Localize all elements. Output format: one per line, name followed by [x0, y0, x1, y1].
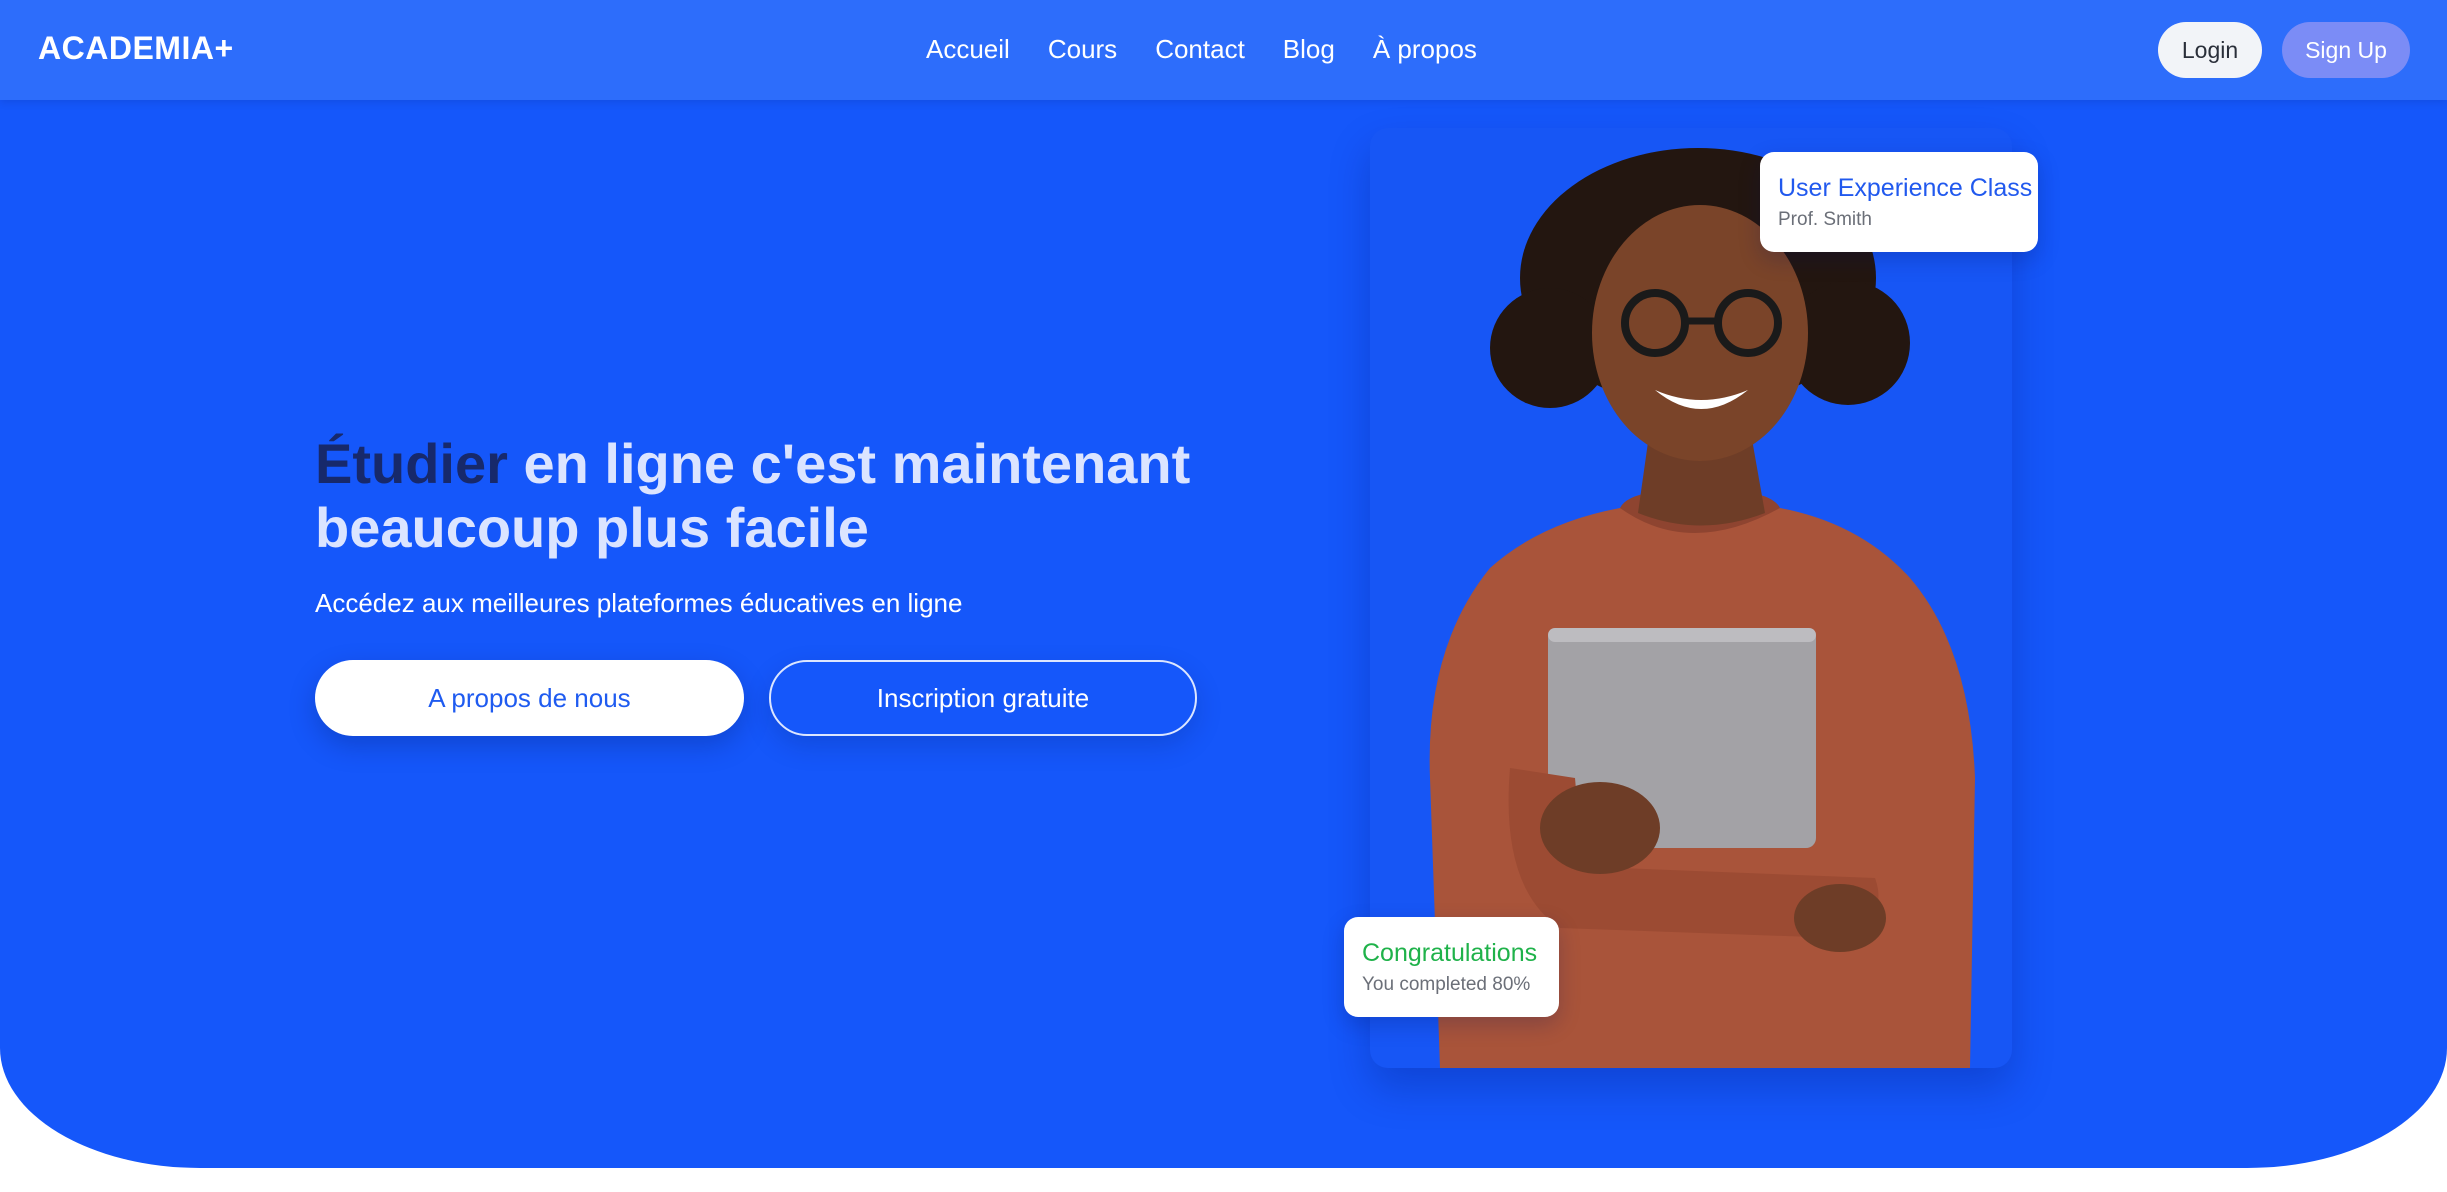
headline-accent: Étudier [315, 432, 508, 495]
landing-page: ACADEMIA+ Accueil Cours Contact Blog À p… [0, 0, 2447, 1192]
nav-link-cours[interactable]: Cours [1048, 34, 1117, 65]
main-nav: Accueil Cours Contact Blog À propos [926, 34, 1515, 65]
class-info-card[interactable]: User Experience Class Prof. Smith [1760, 152, 2038, 252]
signup-button[interactable]: Sign Up [2282, 22, 2410, 78]
class-title: User Experience Class [1778, 174, 2033, 202]
top-navbar: ACADEMIA+ Accueil Cours Contact Blog À p… [0, 0, 2447, 100]
congrats-title: Congratulations [1362, 939, 1538, 967]
hero-headline: Étudier en ligne c'est maintenant beauco… [315, 432, 1275, 560]
nav-link-a-propos[interactable]: À propos [1373, 34, 1477, 65]
login-button[interactable]: Login [2158, 22, 2262, 78]
free-signup-button[interactable]: Inscription gratuite [769, 660, 1197, 736]
about-us-button[interactable]: A propos de nous [315, 660, 744, 736]
nav-link-contact[interactable]: Contact [1155, 34, 1245, 65]
nav-link-blog[interactable]: Blog [1283, 34, 1335, 65]
hero-background [0, 0, 2447, 1168]
class-professor: Prof. Smith [1778, 209, 1872, 230]
progress-card[interactable]: Congratulations You completed 80% [1344, 917, 1559, 1017]
completion-text: You completed 80% [1362, 974, 1531, 995]
hero-subtitle: Accédez aux meilleures plateformes éduca… [315, 588, 963, 618]
nav-link-accueil[interactable]: Accueil [926, 34, 1010, 65]
brand-logo[interactable]: ACADEMIA+ [38, 30, 234, 67]
